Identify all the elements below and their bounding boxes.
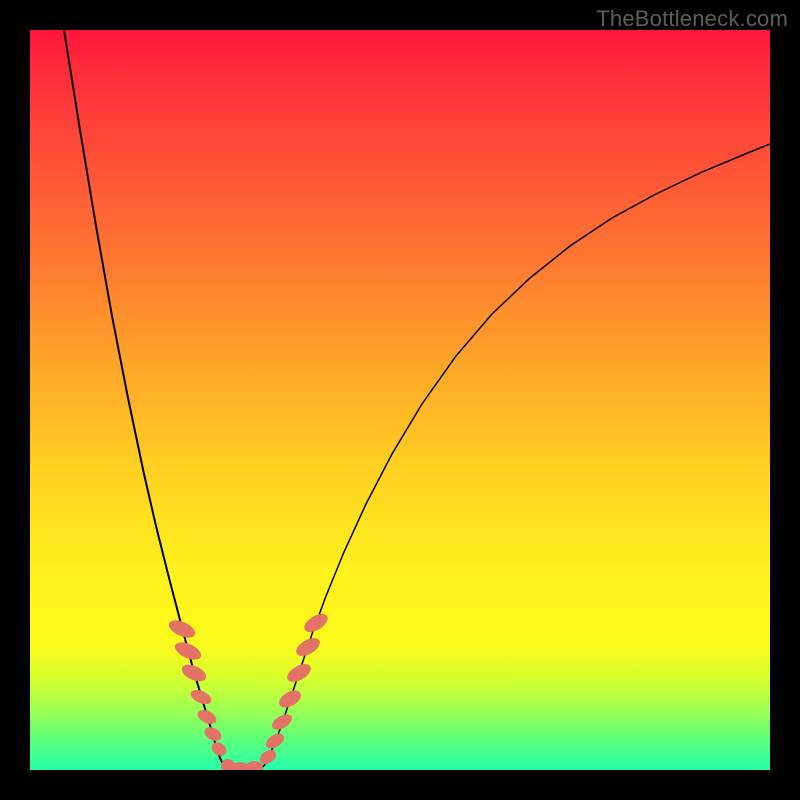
data-marker [276,687,304,711]
plot-area [30,30,770,770]
marker-group [166,610,330,770]
chart-svg [30,30,770,770]
data-marker [195,707,218,727]
chart-frame: TheBottleneck.com [0,0,800,800]
data-marker [245,761,263,770]
data-marker [269,711,294,732]
curve-group [64,30,770,770]
data-marker [263,731,286,752]
data-marker [293,634,323,659]
data-marker [172,639,203,663]
data-marker [202,724,224,743]
curve-right-branch [264,144,770,766]
data-marker [179,661,208,684]
watermark-text: TheBottleneck.com [596,6,788,32]
data-marker [301,610,330,636]
data-marker [189,687,214,707]
data-marker [166,617,197,641]
data-marker [284,660,314,685]
